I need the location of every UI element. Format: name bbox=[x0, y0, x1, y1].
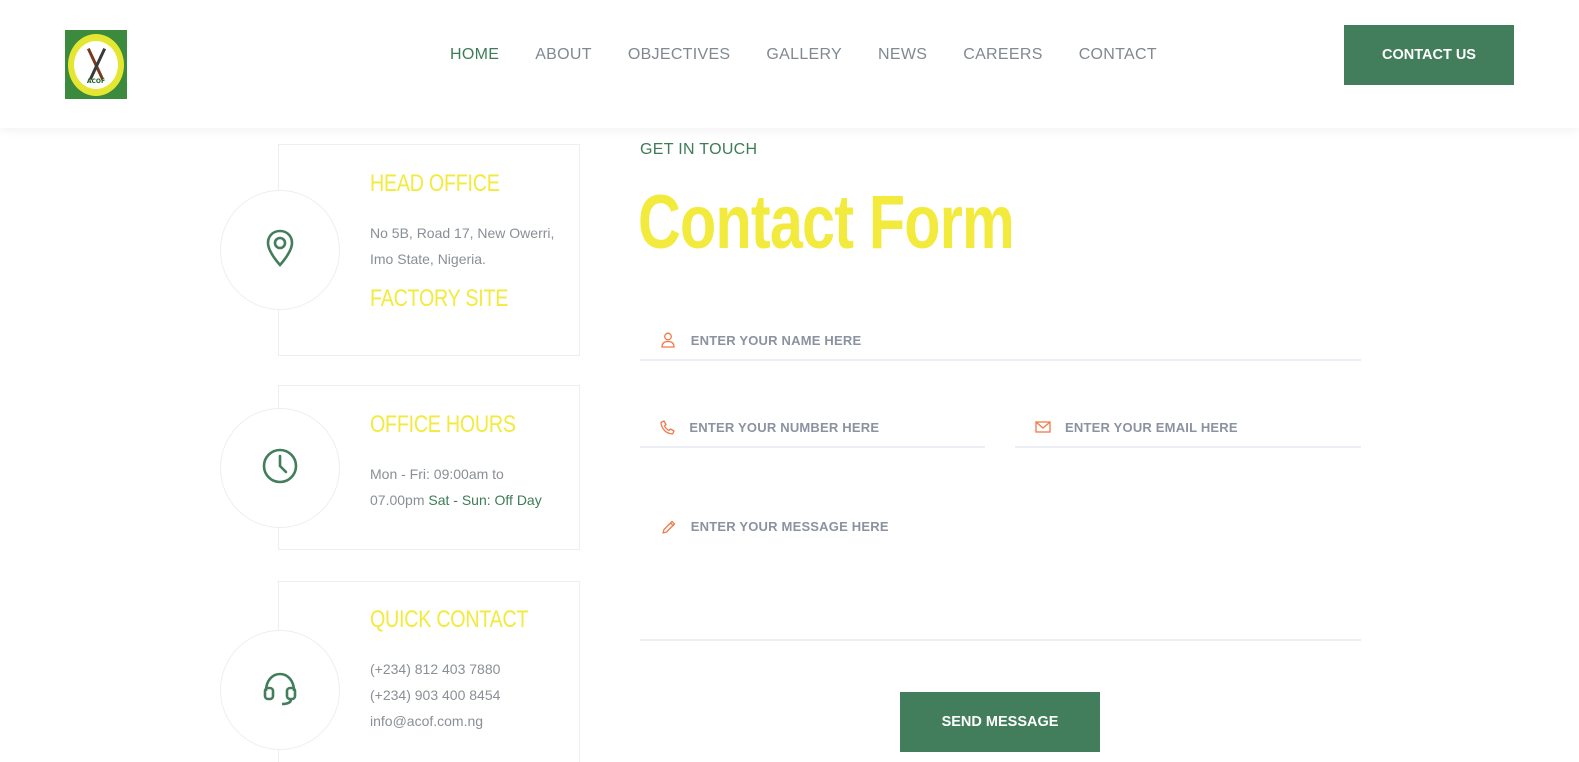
form-eyebrow: GET IN TOUCH bbox=[640, 141, 758, 158]
phone-1[interactable]: (+234) 812 403 7880 bbox=[370, 656, 500, 682]
nav-contact[interactable]: CONTACT bbox=[1079, 44, 1157, 66]
office-hours-title: OFFICE HOURS bbox=[370, 411, 516, 438]
quick-contact-details: (+234) 812 403 7880 (+234) 903 400 8454 … bbox=[370, 656, 500, 734]
name-input[interactable] bbox=[690, 332, 1361, 348]
phone-2[interactable]: (+234) 903 400 8454 bbox=[370, 682, 500, 708]
pencil-icon bbox=[660, 518, 677, 536]
contact-email[interactable]: info@acof.com.ng bbox=[370, 708, 500, 734]
name-field bbox=[640, 321, 1361, 361]
location-pin-icon bbox=[265, 229, 295, 271]
factory-site-title: FACTORY SITE bbox=[370, 285, 509, 312]
nav-about[interactable]: ABOUT bbox=[535, 44, 592, 66]
address-line-1: No 5B, Road 17, New Owerri, bbox=[370, 225, 555, 241]
logo-text: ACOF bbox=[86, 77, 106, 85]
hours-line-1: Mon - Fri: 09:00am to bbox=[370, 466, 504, 482]
number-input[interactable] bbox=[689, 419, 985, 435]
weekend-hours: Sat - Sun: Off Day bbox=[428, 492, 542, 508]
number-field bbox=[640, 408, 985, 448]
envelope-icon bbox=[1035, 418, 1051, 436]
message-field bbox=[640, 507, 1361, 641]
office-hours-icon-circle bbox=[220, 408, 340, 528]
nav-news[interactable]: NEWS bbox=[878, 44, 927, 66]
site-logo[interactable]: ACOF bbox=[65, 30, 127, 99]
headset-icon bbox=[261, 669, 299, 711]
site-header: ACOF HOME ABOUT OBJECTIVES GALLERY NEWS … bbox=[0, 0, 1579, 128]
send-message-button[interactable]: SEND MESSAGE bbox=[900, 692, 1100, 752]
office-hours-text: Mon - Fri: 09:00am to 07.00pm Sat - Sun:… bbox=[370, 461, 542, 513]
nav-home[interactable]: HOME bbox=[450, 44, 499, 66]
head-office-address: No 5B, Road 17, New Owerri, Imo State, N… bbox=[370, 220, 554, 272]
quick-contact-icon-circle bbox=[220, 630, 340, 750]
hours-line-2: 07.00pm Sat - Sun: Off Day bbox=[370, 487, 542, 513]
form-title: Contact Form bbox=[638, 180, 1015, 265]
main-nav: HOME ABOUT OBJECTIVES GALLERY NEWS CAREE… bbox=[450, 44, 1193, 66]
clock-icon bbox=[261, 447, 299, 489]
nav-gallery[interactable]: GALLERY bbox=[766, 44, 842, 66]
phone-icon bbox=[660, 418, 675, 436]
message-input[interactable] bbox=[690, 519, 1361, 629]
logo-emblem: ACOF bbox=[74, 40, 118, 89]
head-office-icon-circle bbox=[220, 190, 340, 310]
quick-contact-title: QUICK CONTACT bbox=[370, 606, 529, 633]
head-office-title: HEAD OFFICE bbox=[370, 170, 500, 197]
contact-us-button[interactable]: CONTACT US bbox=[1344, 25, 1514, 85]
hours-line-2-prefix: 07.00pm bbox=[370, 492, 425, 508]
address-line-2: Imo State, Nigeria. bbox=[370, 251, 486, 267]
nav-careers[interactable]: CAREERS bbox=[963, 44, 1042, 66]
email-input[interactable] bbox=[1065, 419, 1361, 435]
email-field bbox=[1015, 408, 1361, 448]
nav-objectives[interactable]: OBJECTIVES bbox=[628, 44, 731, 66]
user-icon bbox=[660, 331, 677, 349]
logo-ring: ACOF bbox=[68, 33, 124, 96]
